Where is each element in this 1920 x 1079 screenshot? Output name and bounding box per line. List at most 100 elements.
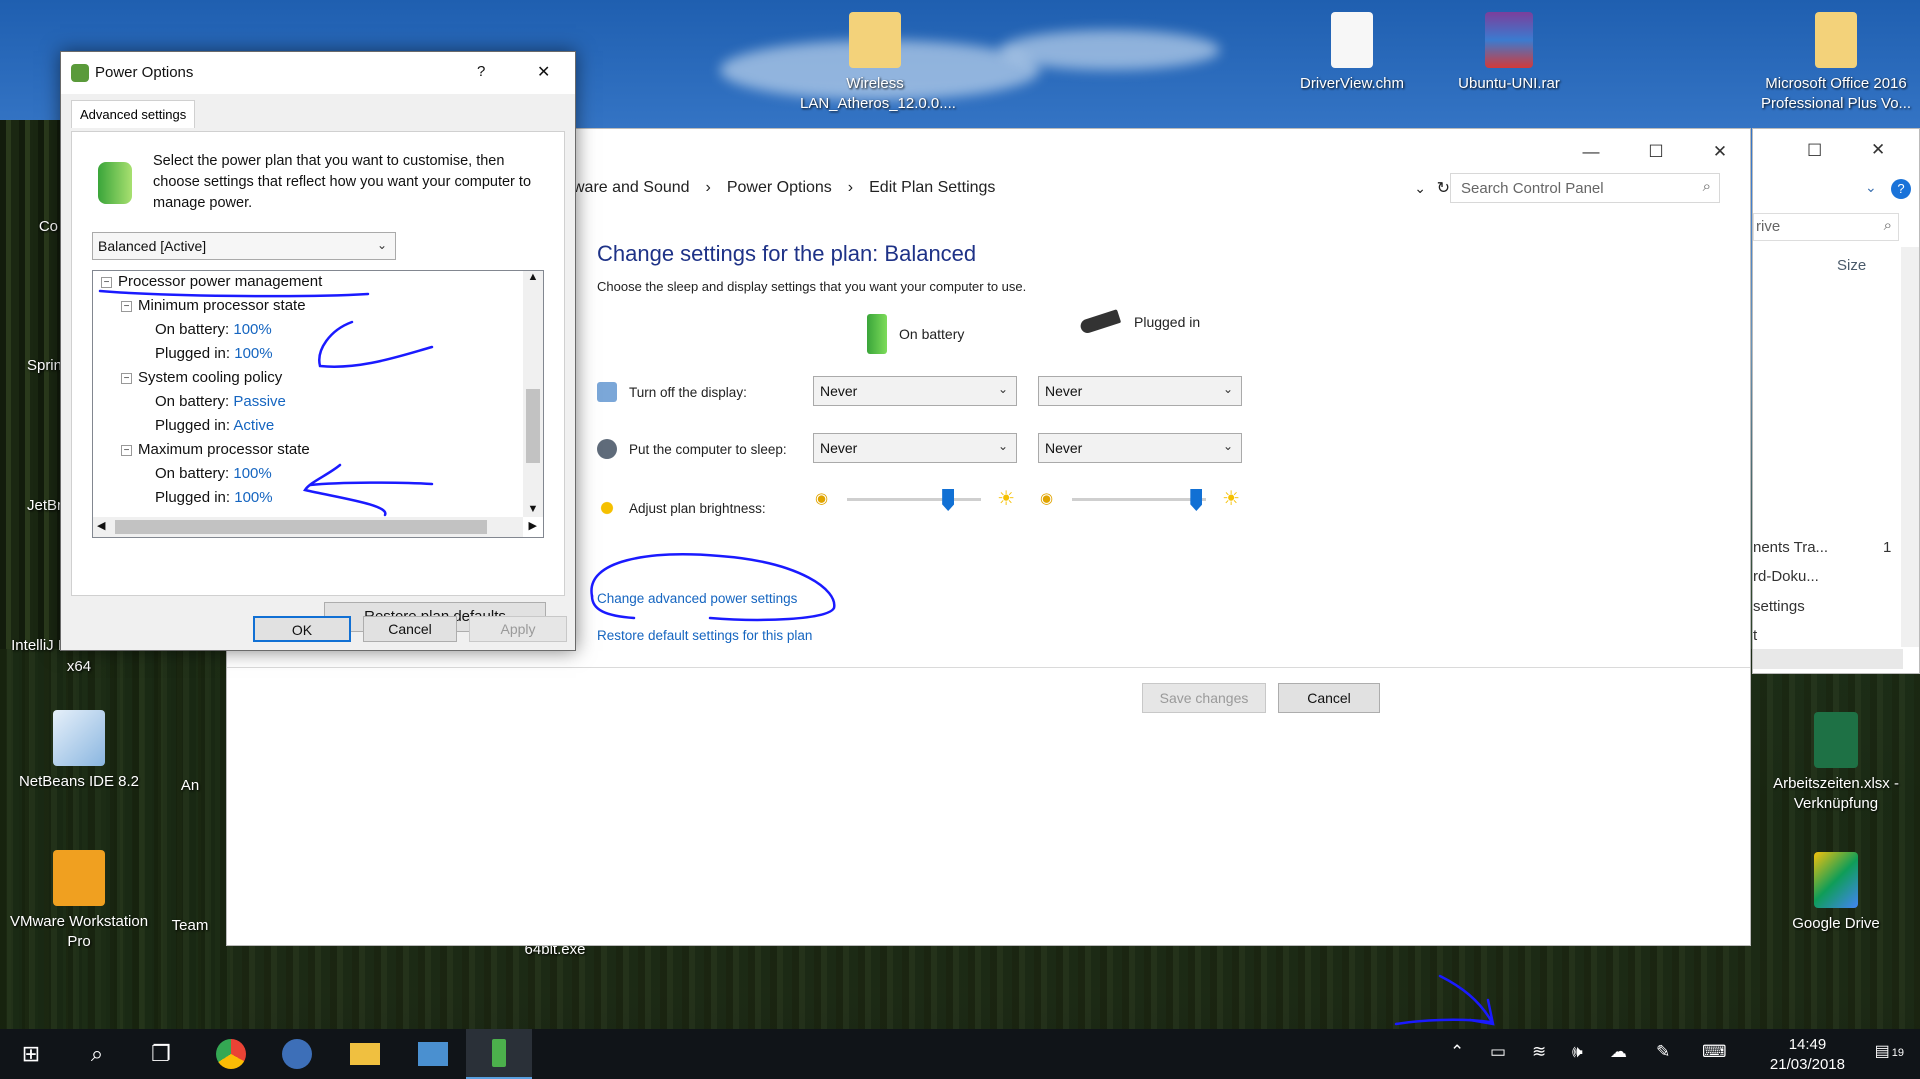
vertical-scrollbar[interactable] bbox=[1901, 247, 1919, 647]
desktop-icon-office[interactable]: Microsoft Office 2016 Professional Plus … bbox=[1752, 12, 1920, 114]
tree-leaf[interactable]: Plugged in: 100% bbox=[155, 489, 273, 506]
explorer-window[interactable]: ☐ ✕ ⌄ ? rive ⌕ Size nents Tra... 1 rd-Dok… bbox=[1752, 128, 1920, 674]
tab-advanced-settings[interactable]: Advanced settings bbox=[71, 100, 196, 128]
collapse-icon[interactable]: − bbox=[121, 300, 132, 312]
slider-thumb[interactable] bbox=[1190, 489, 1203, 511]
horizontal-scrollbar[interactable]: ◀ ▶ bbox=[93, 517, 537, 537]
list-item[interactable]: nents Tra... bbox=[1753, 539, 1828, 556]
apply-button[interactable]: Apply bbox=[469, 616, 567, 642]
scroll-left-icon[interactable]: ◀ bbox=[97, 519, 105, 532]
tree-leaf[interactable]: On battery: Passive bbox=[155, 393, 286, 410]
chevron-down-icon[interactable]: ⌄ bbox=[1414, 180, 1426, 197]
tree-node-processor[interactable]: − Processor power management bbox=[101, 273, 322, 290]
close-icon[interactable]: ✕ bbox=[537, 62, 550, 82]
wifi-icon[interactable]: ≋ bbox=[1532, 1042, 1546, 1062]
plan-select[interactable]: Balanced [Active] ⌄ bbox=[92, 232, 396, 260]
notification-center-icon[interactable]: ▤ 19 bbox=[1875, 1041, 1904, 1061]
keyboard-icon[interactable]: ⌨ bbox=[1702, 1042, 1727, 1062]
folder-icon bbox=[849, 12, 901, 68]
tree-node-max-state[interactable]: − Maximum processor state bbox=[121, 441, 310, 458]
file-explorer-icon[interactable] bbox=[350, 1043, 380, 1065]
breadcrumb-item[interactable]: Power Options bbox=[727, 179, 832, 197]
chevron-up-icon[interactable]: ⌃ bbox=[1450, 1042, 1464, 1062]
desktop-icon-arbeitszeiten[interactable]: Arbeitszeiten.xlsx - Verknüpfung bbox=[1752, 712, 1920, 814]
scroll-up-icon[interactable]: ▲ bbox=[523, 271, 543, 283]
battery-tray-icon[interactable]: ▭ bbox=[1490, 1042, 1506, 1062]
desktop-icon-vmware[interactable]: VMware Workstation Pro bbox=[4, 850, 154, 952]
close-icon[interactable]: ✕ bbox=[1697, 137, 1743, 167]
list-item[interactable]: settings bbox=[1753, 598, 1805, 615]
desktop-icon-netbeans[interactable]: NetBeans IDE 8.2 bbox=[4, 710, 154, 792]
collapse-icon[interactable]: − bbox=[101, 276, 112, 288]
bright-sun-icon: ☀ bbox=[997, 488, 1015, 510]
chrome-icon[interactable] bbox=[216, 1039, 246, 1069]
desktop-label-partial: x64 bbox=[66, 658, 92, 675]
chevron-down-icon[interactable]: ⌄ bbox=[1865, 179, 1877, 196]
tree-leaf[interactable]: Plugged in: 100% bbox=[155, 345, 273, 362]
list-item[interactable]: rd-Doku... bbox=[1753, 568, 1819, 585]
collapse-icon[interactable]: − bbox=[121, 372, 132, 384]
dialog-title: Power Options bbox=[95, 64, 194, 81]
scroll-thumb[interactable] bbox=[115, 520, 487, 534]
desktop-icon-google-drive[interactable]: Google Drive bbox=[1752, 852, 1920, 934]
maximize-icon[interactable]: ☐ bbox=[1807, 141, 1822, 161]
thunderbird-icon[interactable] bbox=[282, 1039, 312, 1069]
windows-start-icon[interactable]: ⊞ bbox=[16, 1039, 46, 1069]
minimize-icon[interactable]: — bbox=[1568, 137, 1614, 167]
tree-leaf[interactable]: Plugged in: Active bbox=[155, 417, 274, 434]
tree-leaf[interactable]: On battery: 100% bbox=[155, 465, 272, 482]
desktop-icon-driverview[interactable]: DriverView.chm bbox=[1277, 12, 1427, 94]
breadcrumb-item[interactable]: ware and Sound bbox=[573, 179, 690, 197]
vertical-scrollbar[interactable]: ▲ ▼ bbox=[523, 271, 543, 517]
close-icon[interactable]: ✕ bbox=[1871, 140, 1885, 160]
power-options-taskbar-button[interactable] bbox=[466, 1029, 532, 1079]
tree-node-cooling[interactable]: − System cooling policy bbox=[121, 369, 282, 386]
explorer-search-input[interactable]: rive ⌕ bbox=[1753, 213, 1899, 241]
scroll-down-icon[interactable]: ▼ bbox=[523, 503, 543, 515]
column-header-size[interactable]: Size bbox=[1837, 257, 1866, 274]
brightness-battery-slider[interactable]: ◉ ☀ bbox=[815, 488, 1015, 511]
restore-default-link[interactable]: Restore default settings for this plan bbox=[597, 628, 812, 643]
chevron-down-icon: ⌄ bbox=[1222, 439, 1233, 453]
slider-thumb[interactable] bbox=[942, 489, 955, 511]
ok-button[interactable]: OK bbox=[253, 616, 351, 642]
battery-icon bbox=[867, 314, 887, 354]
search-icon: ⌕ bbox=[1702, 178, 1711, 195]
scroll-thumb[interactable] bbox=[526, 389, 540, 463]
help-icon[interactable]: ? bbox=[1891, 179, 1911, 199]
search-icon[interactable]: ⌕ bbox=[82, 1039, 112, 1069]
sleep-plugged-select[interactable]: Never ⌄ bbox=[1038, 433, 1242, 463]
advanced-power-settings-link[interactable]: Change advanced power settings bbox=[597, 591, 797, 606]
display-plugged-select[interactable]: Never ⌄ bbox=[1038, 376, 1242, 406]
task-view-icon[interactable]: ❐ bbox=[146, 1039, 176, 1069]
save-changes-button[interactable]: Save changes bbox=[1142, 683, 1266, 713]
scroll-right-icon[interactable]: ▶ bbox=[529, 519, 537, 532]
volume-icon[interactable]: 🕪 bbox=[1572, 1042, 1583, 1062]
horizontal-scrollbar[interactable] bbox=[1753, 649, 1903, 669]
cancel-button[interactable]: Cancel bbox=[363, 616, 457, 642]
pen-icon[interactable]: ✎ bbox=[1656, 1042, 1670, 1062]
cloud-upload-icon[interactable]: ☁ bbox=[1610, 1042, 1627, 1062]
power-options-dialog[interactable]: Power Options ? ✕ Advanced settings Sele… bbox=[60, 51, 576, 651]
desktop-icon-wireless[interactable]: Wireless LAN_Atheros_12.0.0.... bbox=[800, 12, 956, 114]
settings-tree[interactable]: − Processor power management − Minimum pro… bbox=[92, 270, 544, 538]
clock[interactable]: 14:49 21/03/2018 bbox=[1770, 1035, 1845, 1075]
chevron-right-icon: › bbox=[705, 179, 711, 196]
desktop-icon-ubuntu-rar[interactable]: Ubuntu-UNI.rar bbox=[1434, 12, 1584, 94]
search-input[interactable]: Search Control Panel ⌕ bbox=[1450, 173, 1720, 203]
control-panel-icon[interactable] bbox=[418, 1042, 448, 1066]
display-battery-select[interactable]: Never ⌄ bbox=[813, 376, 1017, 406]
brightness-plugged-slider[interactable]: ◉ ☀ bbox=[1040, 488, 1240, 511]
cancel-button[interactable]: Cancel bbox=[1278, 683, 1380, 713]
sleep-battery-select[interactable]: Never ⌄ bbox=[813, 433, 1017, 463]
dim-sun-icon: ◉ bbox=[815, 490, 829, 507]
list-item[interactable]: t bbox=[1753, 627, 1757, 644]
tree-leaf[interactable]: On battery: 100% bbox=[155, 321, 272, 338]
dialog-titlebar: Power Options ? ✕ bbox=[61, 52, 575, 94]
refresh-icon[interactable]: ↻ bbox=[1437, 178, 1450, 198]
collapse-icon[interactable]: − bbox=[121, 444, 132, 456]
help-icon[interactable]: ? bbox=[477, 63, 485, 80]
breadcrumb-item[interactable]: Edit Plan Settings bbox=[869, 179, 995, 197]
maximize-icon[interactable]: ☐ bbox=[1633, 137, 1679, 167]
tree-node-min-state[interactable]: − Minimum processor state bbox=[121, 297, 306, 314]
